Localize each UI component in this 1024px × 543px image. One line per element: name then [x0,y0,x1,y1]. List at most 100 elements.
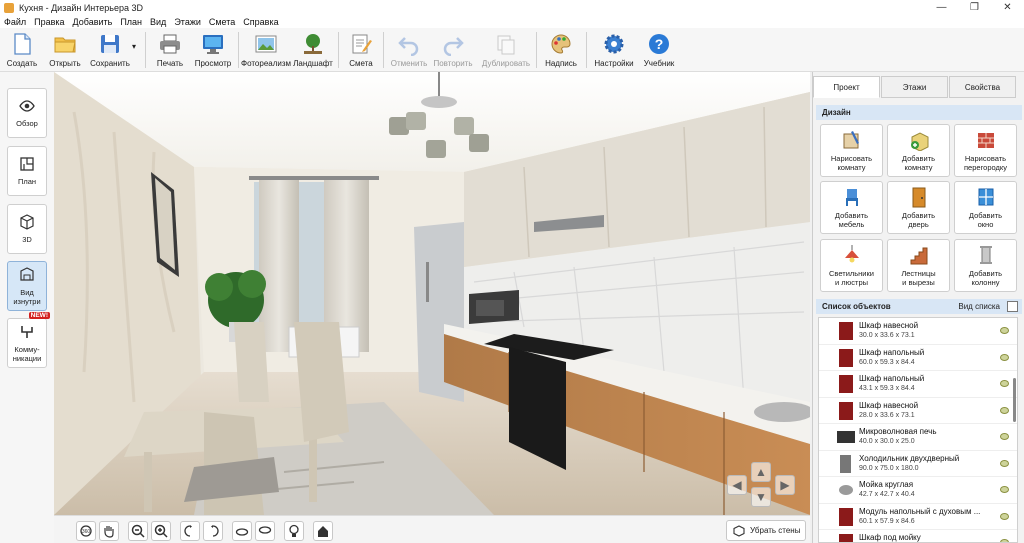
tutorial-button[interactable]: ? Учебник [640,30,678,70]
list-scrollbar[interactable] [1013,378,1016,422]
caption-button[interactable]: Надпись [543,30,579,70]
visibility-eye-icon[interactable] [1000,327,1009,334]
add-door-button[interactable]: Добавить дверь [887,181,950,234]
draw-room-button[interactable]: Нарисовать комнату [820,124,883,177]
view-3d-button[interactable]: 3D [7,204,47,254]
visibility-eye-icon[interactable] [1000,486,1009,493]
close-button[interactable]: ✕ [991,0,1024,15]
help-icon: ? [649,34,669,54]
menu-floors[interactable]: Этажи [174,17,201,27]
settings-button[interactable]: Настройки [593,30,635,70]
list-item[interactable]: Мойка круглая 42.7 x 42.7 x 40.4 [819,477,1017,504]
menu-edit[interactable]: Правка [34,17,64,27]
save-button[interactable]: Сохранить [88,30,132,70]
list-view-label[interactable]: Вид списка [958,302,1000,311]
communications-button[interactable]: NEW! Комму- никации [7,312,50,368]
duplicate-button[interactable]: Дублировать [481,30,531,70]
menu-add[interactable]: Добавить [73,17,113,27]
estimate-button[interactable]: Смета [344,30,378,70]
visibility-eye-icon[interactable] [1000,380,1009,387]
menu-plan[interactable]: План [120,17,142,27]
overview-button[interactable]: Обзор [7,88,47,138]
lights-button[interactable]: Светильники и люстры [820,239,883,292]
rotate-360-button[interactable]: 360 [76,521,96,541]
menu-help[interactable]: Справка [243,17,278,27]
sink-icon [839,485,853,495]
tab-properties[interactable]: Свойства [949,76,1016,98]
visibility-eye-icon[interactable] [1000,459,1009,467]
list-item[interactable]: Шкаф напольный 60.0 x 59.3 x 84.4 [819,345,1017,371]
plan-button[interactable]: План [7,146,47,196]
visibility-eye-icon[interactable] [1000,512,1009,520]
home-view-button[interactable] [313,521,333,541]
new-badge: NEW! [28,312,50,319]
redo-button[interactable]: Повторить [433,30,473,70]
visibility-eye-icon[interactable] [1000,539,1009,542]
design-header: Дизайн [816,105,1022,120]
rotate-left-icon [184,525,192,537]
menu-estimate[interactable]: Смета [209,17,235,27]
undo-arrow-icon [398,37,419,56]
zoom-out-button[interactable] [128,521,148,541]
minimize-button[interactable]: — [925,0,958,15]
save-dropdown-arrow[interactable]: ▾ [132,42,136,51]
picture-icon [255,35,277,53]
landscape-button[interactable]: Ландшафт [293,30,333,70]
print-button[interactable]: Печать [153,30,187,70]
list-item[interactable]: Модуль напольный с духовым ... 60.1 x 57.… [819,504,1017,530]
cabinet-icon [839,507,853,526]
tab-floors[interactable]: Этажи [881,76,948,98]
maximize-button[interactable]: ❐ [958,0,991,15]
inside-view-button[interactable]: Вид изнутри [7,261,47,311]
rotate-left-button[interactable] [180,521,200,541]
hand-icon [104,526,114,538]
add-column-button[interactable]: Добавить колонну [954,239,1017,292]
fridge-icon [840,454,851,473]
photorealism-button[interactable]: Фотореализм [241,30,291,70]
nav-right-button[interactable]: ▶ [775,475,795,495]
chair-icon [845,189,858,206]
hide-walls-button[interactable]: Убрать стены [726,520,806,541]
tab-project[interactable]: Проект [813,76,880,98]
open-button[interactable]: Открыть [48,30,82,70]
preview-button[interactable]: Просмотр [193,30,233,70]
draw-partition-button[interactable]: Нарисовать перегородку [954,124,1017,177]
nav-down-button[interactable]: ▼ [751,487,771,507]
cabinet-icon [839,348,853,367]
list-item[interactable]: Шкаф навесной 28.0 x 33.6 x 73.1 [819,398,1017,424]
list-item[interactable]: Шкаф напольный 43.1 x 59.3 x 84.4 [819,371,1017,398]
list-item[interactable]: Микроволновая печь 40.0 x 30.0 x 25.0 [819,424,1017,451]
add-window-button[interactable]: Добавить окно [954,181,1017,234]
rotate-360-icon: 360 [80,525,92,537]
visibility-eye-icon[interactable] [1000,406,1009,414]
3d-viewport[interactable]: ▲ ◀ ▼ ▶ [54,72,810,515]
list-item[interactable]: Холодильник двухдверный 90.0 x 75.0 x 180… [819,451,1017,477]
floor-plan-icon [20,157,34,171]
menu-file[interactable]: Файл [4,17,26,27]
add-furniture-button[interactable]: Добавить мебель [820,181,883,234]
visibility-eye-icon[interactable] [1000,433,1009,440]
list-item[interactable]: Шкаф под мойку [819,530,1017,542]
menu-view[interactable]: Вид [150,17,166,27]
add-room-icon [910,132,928,151]
stairs-button[interactable]: Лестницы и вырезы [887,239,950,292]
svg-text:?: ? [655,36,664,52]
zoom-in-button[interactable] [151,521,171,541]
visibility-eye-icon[interactable] [1000,353,1009,361]
home-icon [318,526,328,537]
pan-button[interactable] [99,521,119,541]
lighting-button[interactable] [284,521,304,541]
add-room-button[interactable]: Добавить комнату [887,124,950,177]
zoom-out-icon [131,524,145,538]
tilt-down-button[interactable] [255,521,275,541]
view-mode-bar: Обзор План 3D Вид изнутри NEW! Комму- ни… [0,72,54,543]
create-button[interactable]: Создать [6,30,38,70]
nav-left-button[interactable]: ◀ [727,475,747,495]
lightbulb-icon [289,524,299,537]
tilt-up-button[interactable] [232,521,252,541]
undo-button[interactable]: Отменить [389,30,429,70]
rotate-right-button[interactable] [203,521,223,541]
nav-up-button[interactable]: ▲ [751,462,771,482]
list-item[interactable]: Шкаф навесной 30.0 x 33.6 x 73.1 [819,318,1017,345]
list-view-icon[interactable] [1007,301,1018,312]
